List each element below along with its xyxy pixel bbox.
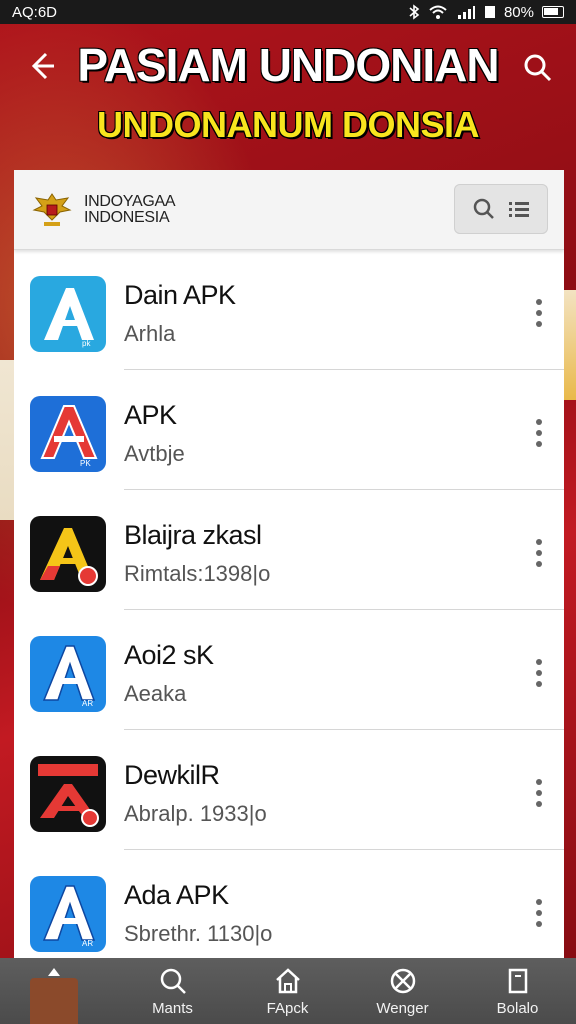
app-info: Ada APK Sbrethr. 1130|o	[124, 880, 272, 947]
settings-icon	[390, 968, 415, 994]
app-info: Dain APK Arhla	[124, 280, 236, 347]
nav-label: Bolalo	[496, 1000, 539, 1017]
more-options-icon[interactable]	[528, 296, 550, 330]
app-name: Aoi2 sK	[124, 640, 214, 670]
wifi-icon	[429, 5, 447, 19]
brand-line-1: INDOYAGAA	[84, 192, 176, 210]
app-info: DewkilR Abralp. 1933|o	[124, 760, 267, 827]
blue-a-icon: AR	[30, 636, 106, 712]
garuda-emblem-icon	[32, 192, 72, 226]
app-meta: Abralp. 1933|o	[124, 801, 267, 826]
sim-icon	[484, 6, 495, 18]
search-icon	[160, 968, 186, 994]
yellow-a-icon	[30, 516, 106, 592]
app-header: PASIAM UNDONIAN UNDONANUM DONSIA	[0, 24, 576, 170]
bottom-navigation: Mants FApck Wenger Bolalo	[0, 958, 576, 1024]
list-item[interactable]: AR Aoi2 sK Aeaka	[14, 610, 564, 730]
app-info: APK Avtbje	[124, 400, 185, 467]
nav-item-home-thumb[interactable]	[0, 958, 115, 1024]
svg-text:pk: pk	[82, 339, 91, 348]
more-options-icon[interactable]	[528, 776, 550, 810]
battery-percent: 80%	[503, 3, 534, 21]
svg-text:AR: AR	[82, 939, 93, 948]
nav-label: Mants	[152, 1000, 193, 1017]
list-item[interactable]: Blaijra zkasl Rimtals:1398|o	[14, 490, 564, 610]
app-meta: Rimtals:1398|o	[124, 561, 271, 586]
nav-item-search[interactable]: Mants	[115, 958, 230, 1024]
red-a-icon: PK	[30, 396, 106, 472]
more-options-icon[interactable]	[528, 896, 550, 930]
search-icon[interactable]	[520, 50, 556, 86]
search-filter-button[interactable]	[454, 184, 548, 234]
list-item[interactable]: pk Dain APK Arhla	[14, 250, 564, 370]
app-name: DewkilR	[124, 760, 220, 790]
list-icon[interactable]	[508, 199, 530, 219]
battery-icon	[542, 6, 564, 18]
signal-icon	[457, 6, 475, 19]
nav-item-settings[interactable]: Wenger	[345, 958, 460, 1024]
list-item[interactable]: PK APK Avtbje	[14, 370, 564, 490]
back-arrow-icon[interactable]	[24, 48, 60, 84]
brand-text: INDOYAGAA INDONESIA	[84, 192, 176, 226]
background-flag-stripe-right	[562, 290, 576, 400]
red-a-icon	[30, 756, 106, 832]
home-icon	[275, 968, 300, 994]
home-thumb-icon	[30, 978, 78, 1024]
nav-item-bookmark[interactable]: Bolalo	[460, 958, 575, 1024]
page-subtitle: UNDONANUM DONSIA	[97, 104, 480, 145]
svg-text:PK: PK	[80, 459, 91, 468]
more-options-icon[interactable]	[528, 416, 550, 450]
app-info: Aoi2 sK Aeaka	[124, 640, 214, 707]
more-options-icon[interactable]	[528, 656, 550, 690]
app-list: pk Dain APK Arhla PK APK Avtbje Blaijra …	[14, 250, 564, 960]
status-bar: AQ:6D 80%	[0, 0, 576, 24]
app-meta: Aeaka	[124, 681, 187, 706]
app-meta: Arhla	[124, 321, 176, 346]
app-name: APK	[124, 400, 177, 430]
nav-item-home[interactable]: FApck	[230, 958, 345, 1024]
app-meta: Avtbje	[124, 441, 185, 466]
card-header: INDOYAGAA INDONESIA	[14, 170, 564, 250]
nav-label: Wenger	[376, 1000, 429, 1017]
app-info: Blaijra zkasl Rimtals:1398|o	[124, 520, 270, 587]
app-name: Ada APK	[124, 880, 229, 910]
brand-line-2: INDONESIA	[84, 208, 170, 226]
app-name: Blaijra zkasl	[124, 520, 262, 550]
up-arrow-icon	[48, 968, 60, 976]
status-icons: 80%	[408, 4, 564, 21]
more-options-icon[interactable]	[528, 536, 550, 570]
status-time: AQ:6D	[12, 3, 58, 21]
page-title: PASIAM UNDONIAN	[77, 39, 499, 91]
search-icon[interactable]	[472, 197, 496, 221]
bluetooth-icon	[409, 4, 420, 20]
bookmark-icon	[508, 968, 527, 994]
list-item[interactable]: AR Ada APK Sbrethr. 1130|o	[14, 850, 564, 960]
blue-a-icon: pk	[30, 276, 106, 352]
app-name: Dain APK	[124, 280, 236, 310]
list-item[interactable]: DewkilR Abralp. 1933|o	[14, 730, 564, 850]
nav-label: FApck	[266, 1000, 309, 1017]
blue-a-icon: AR	[30, 876, 106, 952]
svg-text:AR: AR	[82, 699, 93, 708]
app-meta: Sbrethr. 1130|o	[124, 921, 273, 946]
app-list-card: INDOYAGAA INDONESIA pk Dain APK Arhla PK…	[14, 170, 564, 960]
